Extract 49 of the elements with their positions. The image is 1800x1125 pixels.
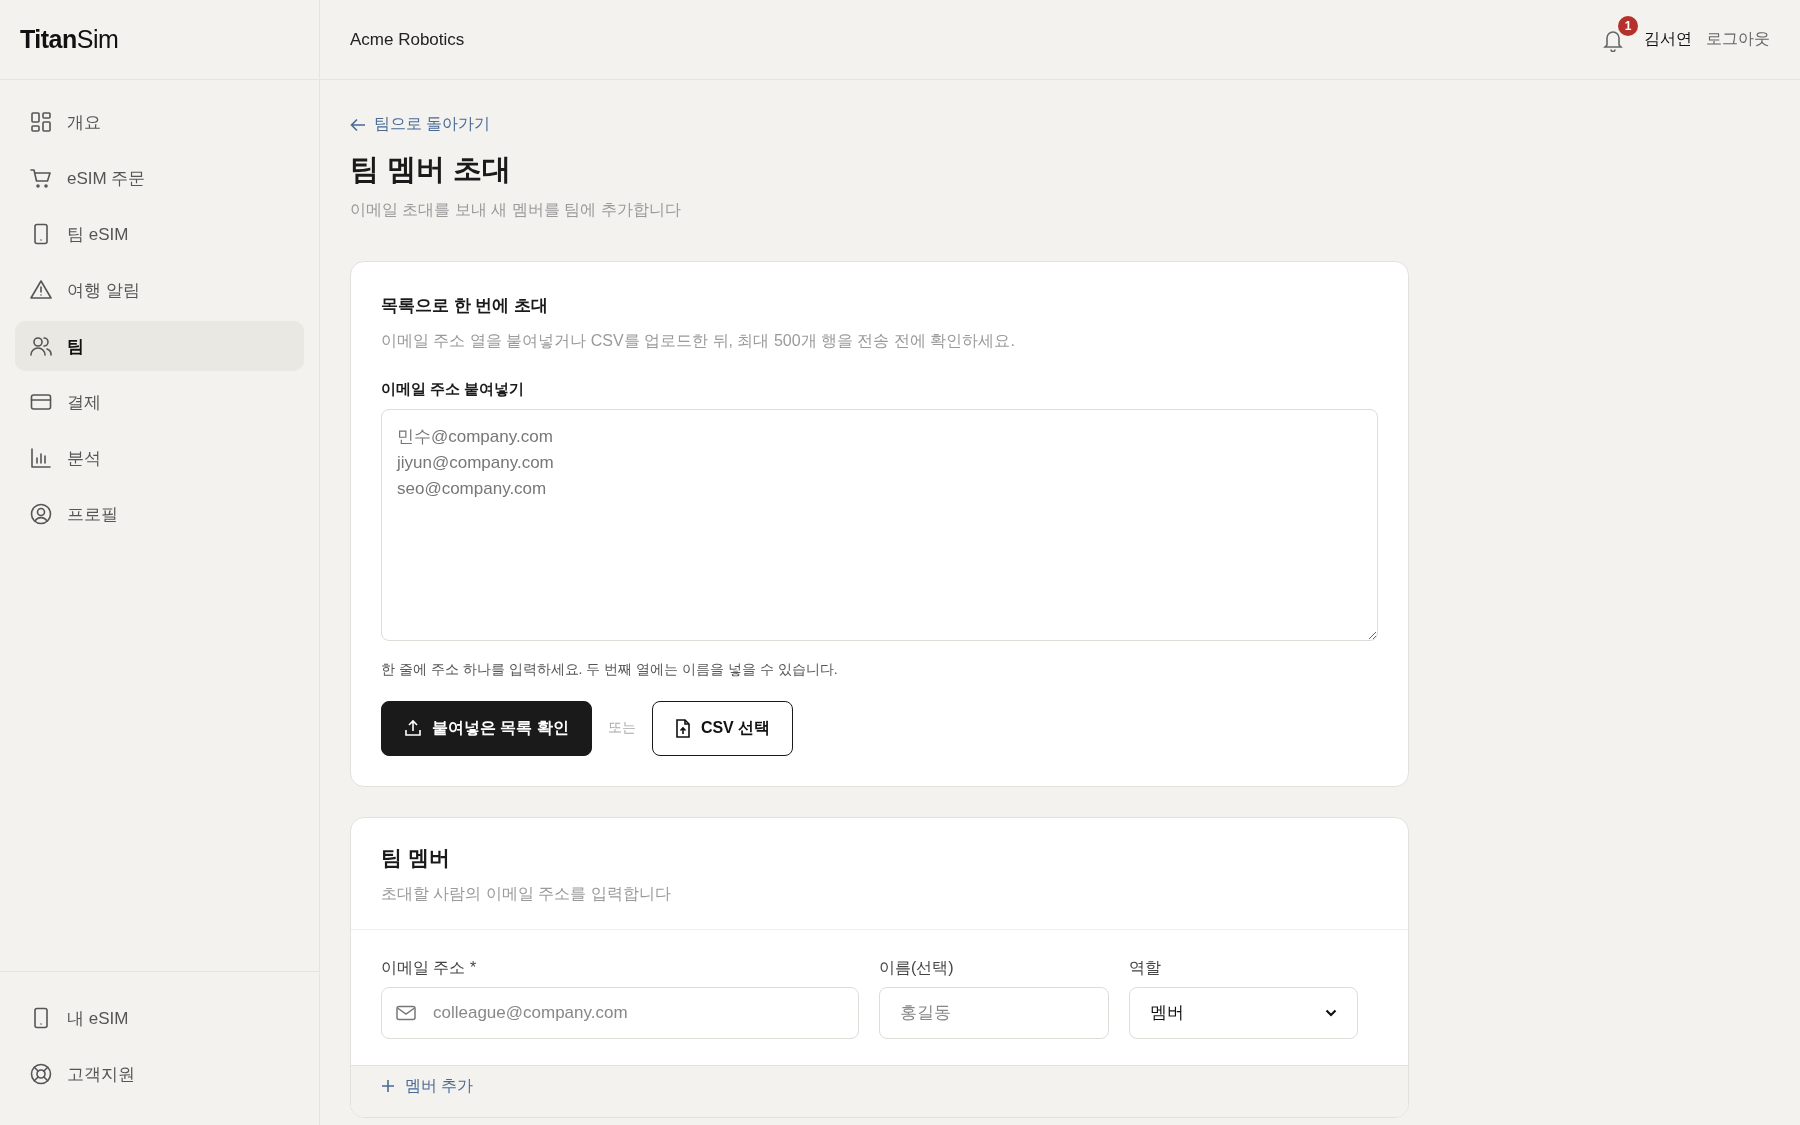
role-dropdown[interactable]: 멤버	[1129, 986, 1358, 1039]
back-arrow-icon	[350, 117, 366, 132]
choose-csv-button[interactable]: CSV 선택	[651, 700, 794, 756]
nav-item[interactable]: 팀	[15, 321, 304, 371]
plus-icon	[381, 1079, 395, 1093]
organization-name: Acme Robotics	[350, 29, 465, 50]
user-name: 김서연	[1644, 29, 1692, 49]
upload-icon	[404, 719, 422, 737]
nav-item[interactable]: 개요	[15, 97, 304, 147]
field-label: 이름(선택)	[879, 957, 955, 978]
nav-item[interactable]: 팀 eSIM	[15, 209, 304, 259]
nav-item[interactable]: 분석	[15, 433, 304, 483]
nav-item[interactable]: 고객지원	[15, 1049, 304, 1099]
nav-item[interactable]: 내 eSIM	[15, 993, 304, 1043]
field-label: 이메일 주소 *	[381, 957, 478, 978]
card-description: 이메일 주소 열을 붙여넣거나 CSV를 업로드한 뒤, 최대 500개 행을 전송 전에 확인하세요.	[381, 330, 1016, 351]
file-upload-icon	[674, 718, 691, 738]
nav-item[interactable]: 결제	[15, 377, 304, 427]
cart-icon	[30, 167, 52, 189]
credit-card-icon	[30, 391, 52, 413]
user-circle-icon	[30, 503, 52, 525]
field-label: 이메일 주소 붙여넣기	[381, 379, 526, 399]
field-label: 역할	[1129, 957, 1162, 978]
mail-icon	[396, 1004, 416, 1021]
email-field[interactable]: colleague@company.com	[381, 986, 859, 1039]
name-field[interactable]: 홍길동	[879, 986, 1109, 1039]
separator-text: 또는	[607, 719, 636, 737]
bar-chart-icon	[30, 447, 52, 469]
email-list-field[interactable]: 민수@company.com jiyun@company.com seo@company.com	[381, 408, 1378, 641]
nav-item[interactable]: 프로필	[15, 489, 304, 539]
card-title: 팀 멤버	[381, 844, 451, 871]
warning-icon	[30, 279, 52, 301]
card-title: 목록으로 한 번에 초대	[381, 294, 550, 317]
field-hint: 한 줄에 주소 하나를 입력하세요. 두 번째 열에는 이름을 넣을 수 있습니다.	[381, 660, 839, 679]
grid-icon	[30, 111, 52, 133]
nav-item[interactable]: 여행 알림	[15, 265, 304, 315]
card-description: 초대할 사람의 이메일 주소를 입력합니다	[381, 883, 672, 904]
notification-count: 1	[1618, 15, 1638, 36]
page-subtitle: 이메일 초대를 보내 새 멤버를 팀에 추가합니다	[350, 199, 682, 220]
logout-link[interactable]: 로그아웃	[1706, 29, 1770, 50]
back-link[interactable]: 팀으로 돌아가기	[350, 114, 491, 135]
logo: TitanSim	[20, 25, 119, 54]
add-member-button[interactable]: 멤버 추가	[381, 1075, 474, 1097]
lifebuoy-icon	[30, 1063, 52, 1085]
chevron-down-icon	[1325, 1008, 1337, 1017]
nav-item[interactable]: eSIM 주문	[15, 153, 304, 203]
users-icon	[30, 335, 52, 357]
page-title: 팀 멤버 초대	[350, 151, 513, 187]
review-list-button[interactable]: 붙여넣은 목록 확인	[381, 700, 592, 756]
